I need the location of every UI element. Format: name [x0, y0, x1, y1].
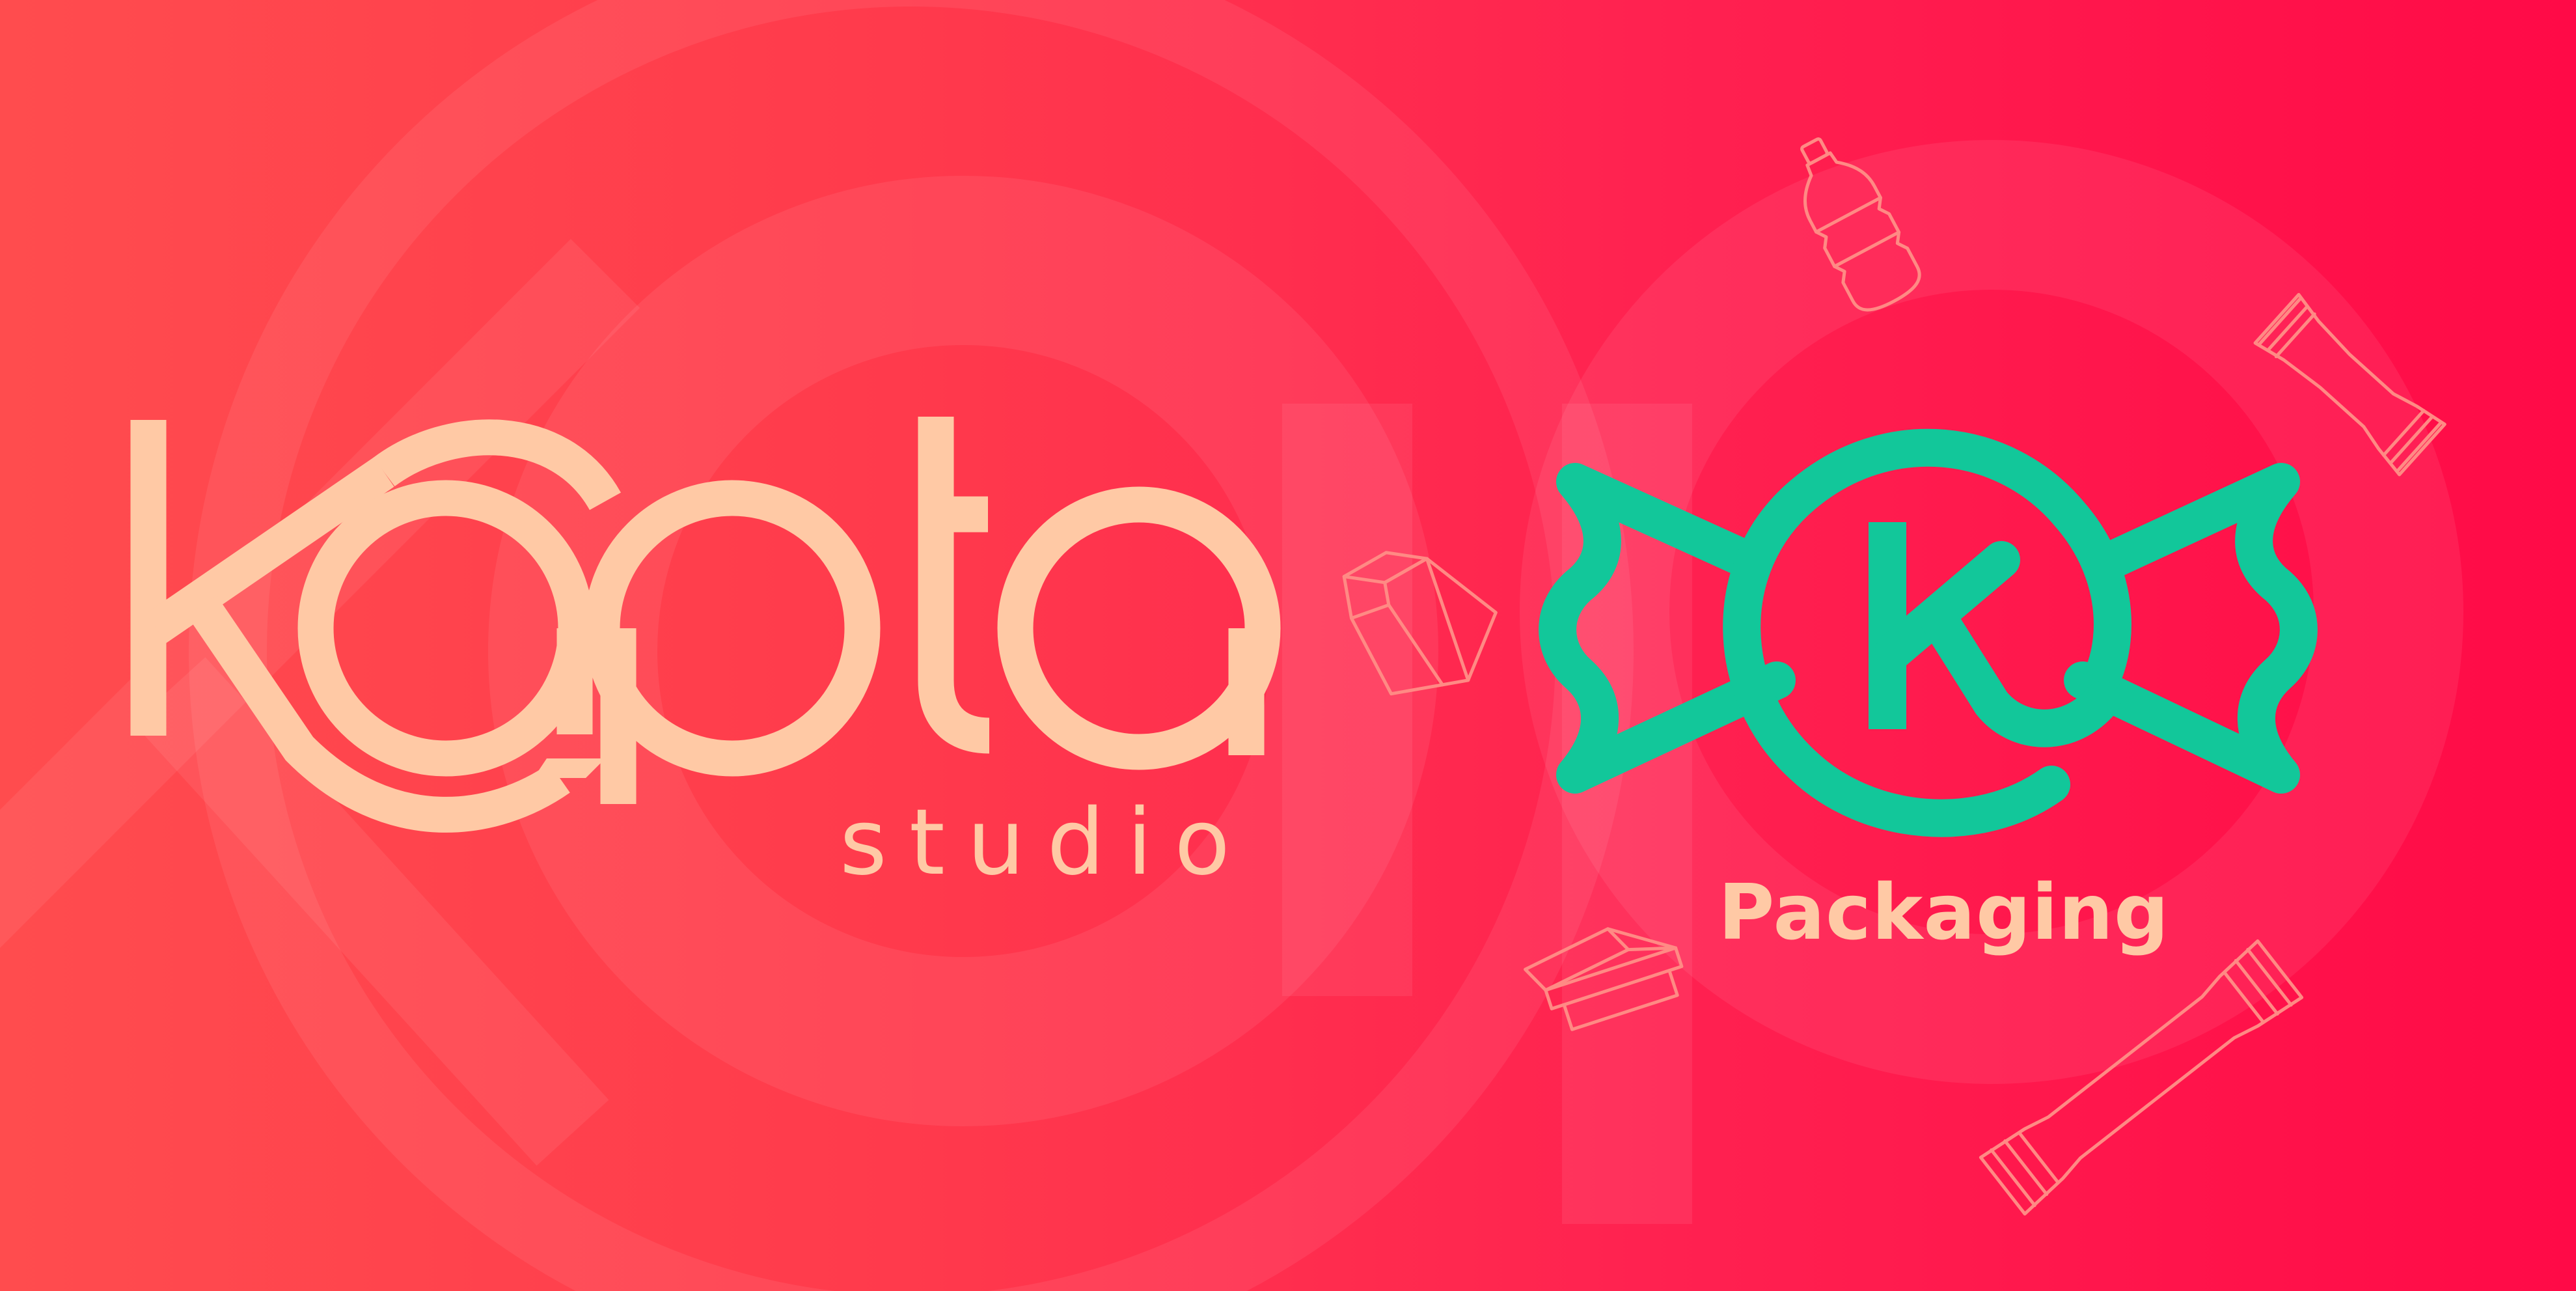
kapta-t-stem: [918, 417, 990, 754]
kapta-a-spur: [534, 758, 605, 778]
packaging-label: Packaging: [1718, 867, 2170, 957]
logos: kapta k: [130, 417, 2318, 837]
kapta-banner: kapta: [0, 0, 2576, 1291]
candy-k-logo: k: [1539, 428, 2318, 837]
kapta-final-a-bowl: [997, 486, 1281, 770]
kapta-logo: kapta: [130, 417, 1281, 833]
kapta-p-bowl: [584, 480, 881, 777]
brand-tagline: studio: [840, 790, 1252, 896]
kapta-k-leg: [187, 595, 570, 833]
kapta-a-bowl: [297, 480, 594, 777]
